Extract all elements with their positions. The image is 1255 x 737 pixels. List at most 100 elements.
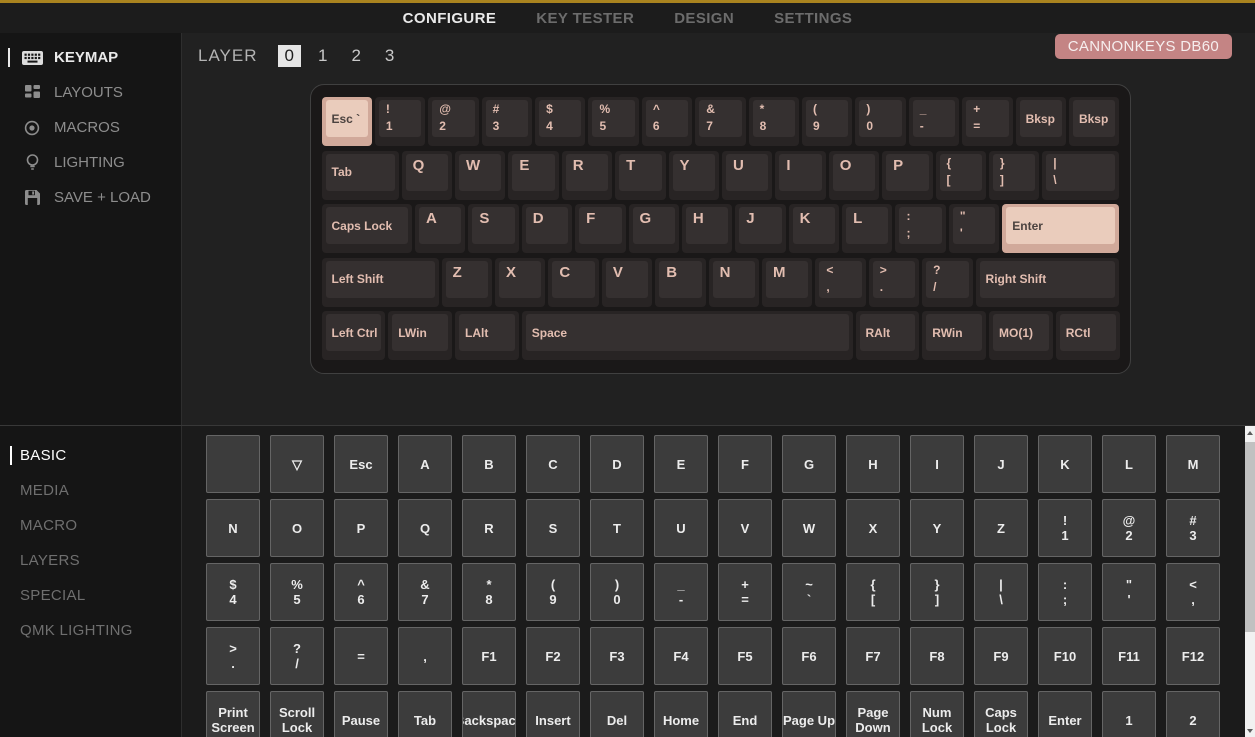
keycode-g[interactable]: G	[782, 435, 836, 493]
key-ralt[interactable]: RAlt	[855, 311, 920, 361]
sidebar-item-save-load[interactable]: SAVE + LOAD	[0, 180, 181, 215]
key-symbol[interactable]: :;	[895, 204, 946, 254]
keycode-k[interactable]: K	[1038, 435, 1092, 493]
keycode-f8[interactable]: F8	[910, 627, 964, 685]
keycode-f3[interactable]: F3	[590, 627, 644, 685]
key-rwin[interactable]: RWin	[922, 311, 986, 361]
keycode-f2[interactable]: F2	[526, 627, 580, 685]
keycode-f10[interactable]: F10	[1038, 627, 1092, 685]
key-8[interactable]: * 8	[748, 97, 800, 146]
key-5[interactable]: % 5	[588, 97, 639, 146]
keycode-f11[interactable]: F11	[1102, 627, 1156, 685]
keycode-5[interactable]: % 5	[270, 563, 324, 621]
key-g[interactable]: G	[628, 204, 679, 254]
down-arrow-icon[interactable]	[1245, 724, 1255, 737]
key-symbol[interactable]: ? /	[922, 257, 973, 307]
keycode-2[interactable]: 2	[1166, 691, 1220, 737]
keycode-symbol[interactable]: ▽	[270, 435, 324, 493]
key-left-ctrl[interactable]: Left Ctrl	[321, 311, 386, 361]
sidebar-item-lighting[interactable]: LIGHTING	[0, 145, 181, 180]
keycode-symbol[interactable]: " '	[1102, 563, 1156, 621]
key-d[interactable]: D	[521, 204, 573, 254]
keycode-n[interactable]: N	[206, 499, 260, 557]
key-enter[interactable]: Enter	[1002, 204, 1120, 254]
key-9[interactable]: (9	[802, 97, 853, 146]
key-lwin[interactable]: LWin	[388, 311, 452, 361]
layer-option-2[interactable]: 2	[344, 45, 367, 67]
keycode-b[interactable]: B	[462, 435, 516, 493]
keycode-l[interactable]: L	[1102, 435, 1156, 493]
keycode-home[interactable]: Home	[654, 691, 708, 737]
keycode-tab[interactable]: Tab	[398, 691, 452, 737]
key-h[interactable]: H	[681, 204, 733, 254]
key-6[interactable]: ^ 6	[641, 97, 693, 146]
keycode-end[interactable]: End	[718, 691, 772, 737]
up-arrow-icon[interactable]	[1245, 426, 1255, 439]
keycode-t[interactable]: T	[590, 499, 644, 557]
key-bksp[interactable]: Bksp	[1015, 97, 1066, 146]
key-esc[interactable]: Esc `	[321, 97, 372, 146]
key-bksp[interactable]: Bksp	[1068, 97, 1120, 146]
key-1[interactable]: ! 1	[374, 97, 426, 146]
keycode-backspace[interactable]: Backspace	[462, 691, 516, 737]
keycode-scroll-lock[interactable]: Scroll Lock	[270, 691, 324, 737]
keycode-h[interactable]: H	[846, 435, 900, 493]
keycode-f5[interactable]: F5	[718, 627, 772, 685]
key-e[interactable]: E	[508, 150, 559, 200]
key-k[interactable]: K	[788, 204, 840, 254]
key-left-shift[interactable]: Left Shift	[321, 257, 439, 307]
keycode-c[interactable]: C	[526, 435, 580, 493]
key-rctl[interactable]: RCtl	[1055, 311, 1120, 361]
keycode-f1[interactable]: F1	[462, 627, 516, 685]
keycode-p[interactable]: P	[334, 499, 388, 557]
key-3[interactable]: #3	[481, 97, 533, 146]
keycode-pause[interactable]: Pause	[334, 691, 388, 737]
key-2[interactable]: @2	[428, 97, 479, 146]
keycode-symbol[interactable]	[206, 435, 260, 493]
keycode-m[interactable]: M	[1166, 435, 1220, 493]
keycode-3[interactable]: #3	[1166, 499, 1220, 557]
keycode-symbol[interactable]: ~ `	[782, 563, 836, 621]
key-a[interactable]: A	[414, 204, 466, 254]
tab-settings[interactable]: SETTINGS	[774, 10, 852, 27]
keycode-0[interactable]: ) 0	[590, 563, 644, 621]
keycode-esc[interactable]: Esc	[334, 435, 388, 493]
keycode-r[interactable]: R	[462, 499, 516, 557]
key-x[interactable]: X	[495, 257, 546, 307]
keycode-symbol[interactable]: ? /	[270, 627, 324, 685]
sidebar-item-layouts[interactable]: LAYOUTS	[0, 75, 181, 110]
keycode-symbol[interactable]: <,	[1166, 563, 1220, 621]
key-r[interactable]: R	[561, 150, 613, 200]
key-mo-1[interactable]: MO(1)	[989, 311, 1053, 361]
key-z[interactable]: Z	[441, 257, 493, 307]
keycode-1[interactable]: ! 1	[1038, 499, 1092, 557]
tab-design[interactable]: DESIGN	[674, 10, 734, 27]
key-symbol[interactable]: {[	[935, 150, 986, 200]
key-u[interactable]: U	[721, 150, 773, 200]
keycode-7[interactable]: & 7	[398, 563, 452, 621]
key-right-shift[interactable]: Right Shift	[975, 257, 1120, 307]
keycode-4[interactable]: $4	[206, 563, 260, 621]
key-symbol[interactable]: _ -	[908, 97, 960, 146]
keycode-v[interactable]: V	[718, 499, 772, 557]
keycode-y[interactable]: Y	[910, 499, 964, 557]
category-layers[interactable]: LAYERS	[0, 543, 181, 578]
keycode-page-down[interactable]: Page Down	[846, 691, 900, 737]
key-n[interactable]: N	[708, 257, 759, 307]
keycode-z[interactable]: Z	[974, 499, 1028, 557]
keycode-symbol[interactable]: _ -	[654, 563, 708, 621]
keycode-num-lock[interactable]: Num Lock	[910, 691, 964, 737]
keycode-d[interactable]: D	[590, 435, 644, 493]
keycode-9[interactable]: (9	[526, 563, 580, 621]
keycode-u[interactable]: U	[654, 499, 708, 557]
keycode-f[interactable]: F	[718, 435, 772, 493]
layer-option-3[interactable]: 3	[378, 45, 401, 67]
keycode-f12[interactable]: F12	[1166, 627, 1220, 685]
key-symbol[interactable]: | \	[1042, 150, 1120, 200]
category-macro[interactable]: MACRO	[0, 508, 181, 543]
sidebar-item-keymap[interactable]: KEYMAP	[0, 40, 181, 75]
key-caps-lock[interactable]: Caps Lock	[321, 204, 412, 254]
key-symbol[interactable]: " '	[948, 204, 1000, 254]
key-lalt[interactable]: LAlt	[455, 311, 519, 361]
keycode-o[interactable]: O	[270, 499, 324, 557]
